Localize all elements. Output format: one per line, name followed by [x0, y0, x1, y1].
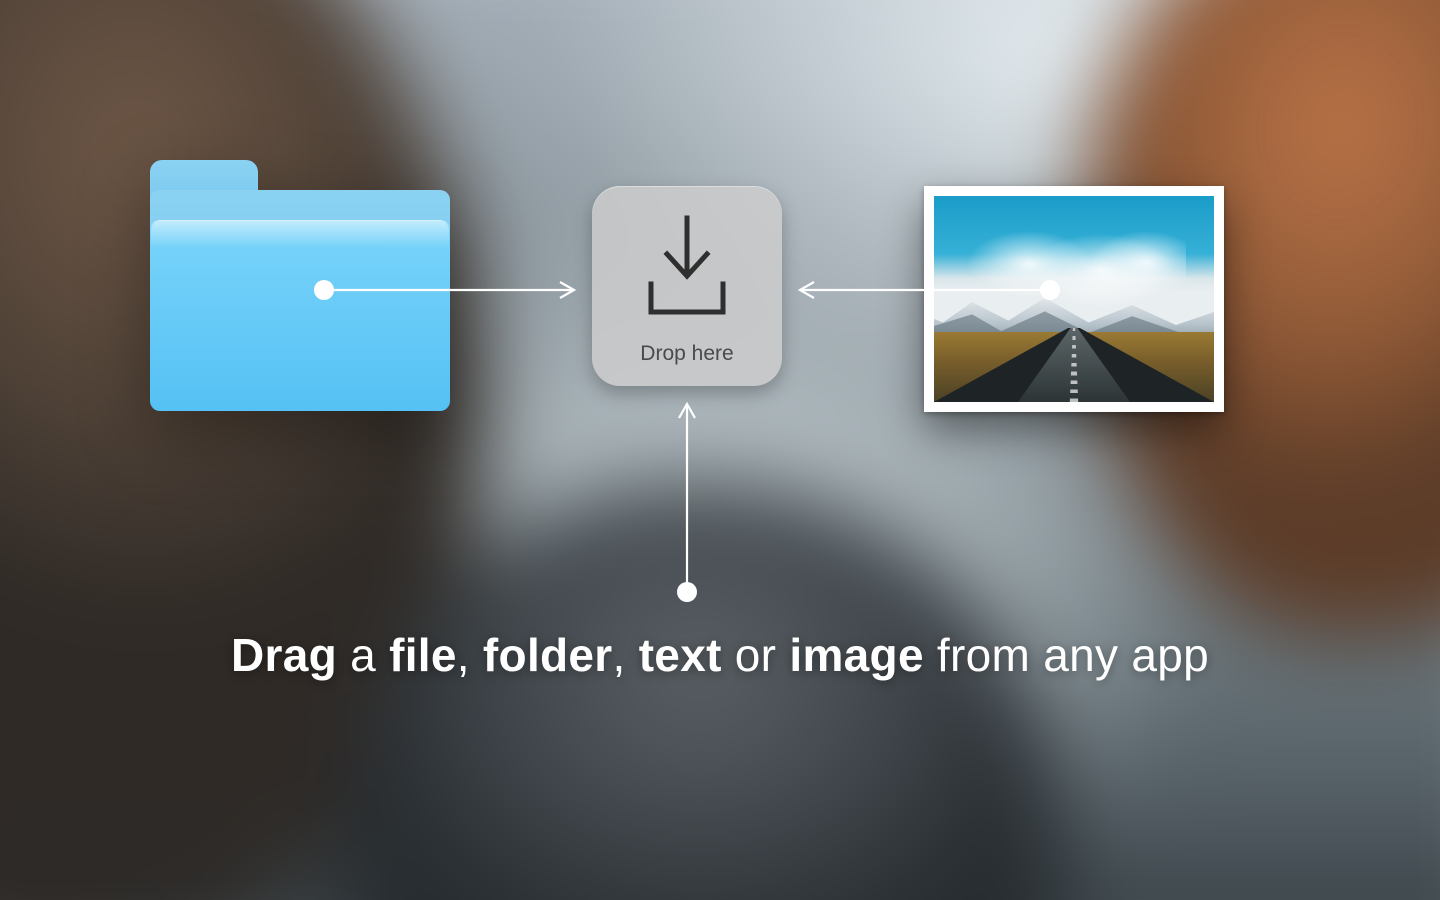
caption-tail: from any app	[924, 629, 1209, 681]
download-tray-icon	[631, 212, 743, 329]
caption-word-drag: Drag	[231, 629, 337, 681]
caption-word-file: file	[389, 629, 457, 681]
onboarding-screen: Drop here	[0, 0, 1440, 900]
caption-sep-3: ,	[613, 629, 639, 681]
caption-sep-1: a	[337, 629, 389, 681]
caption-word-image: image	[789, 629, 923, 681]
caption-sep-4: or	[722, 629, 790, 681]
caption-word-text: text	[639, 629, 722, 681]
instruction-caption: Drag a file, folder, text or image from …	[0, 628, 1440, 682]
folder-icon[interactable]	[150, 160, 450, 410]
drop-target-label: Drop here	[640, 342, 733, 366]
photo-thumbnail-icon[interactable]	[924, 186, 1224, 412]
desktop-wallpaper	[0, 0, 1440, 900]
caption-sep-2: ,	[457, 629, 483, 681]
caption-word-folder: folder	[483, 629, 613, 681]
drop-target[interactable]: Drop here	[592, 186, 782, 386]
